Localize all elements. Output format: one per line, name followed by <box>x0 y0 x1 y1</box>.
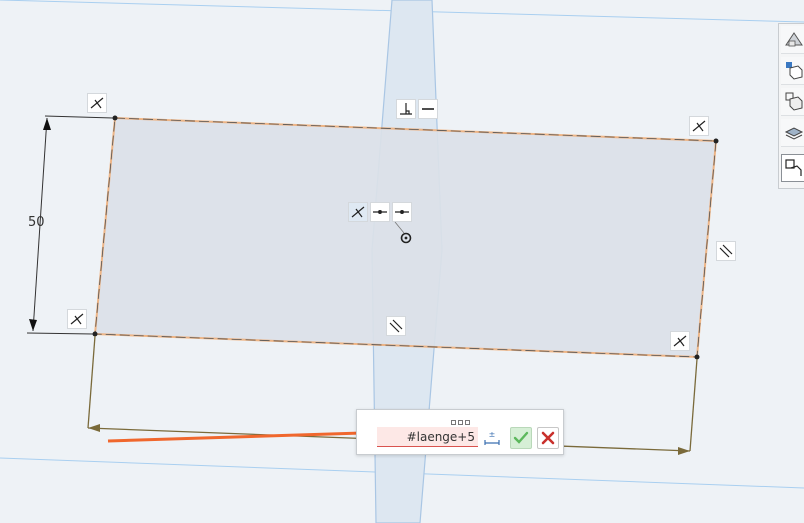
dimension-arrow <box>43 118 51 130</box>
section-view-icon <box>785 92 803 111</box>
parallel-constraint-icon[interactable] <box>386 316 406 336</box>
accept-button[interactable] <box>510 427 532 449</box>
corner-point[interactable] <box>694 354 700 360</box>
dimension-value-input[interactable] <box>377 427 478 447</box>
section-view-button[interactable] <box>781 88 804 116</box>
coincident-constraint-icon[interactable] <box>670 331 690 351</box>
horizontal-constraint-icon[interactable] <box>418 99 438 119</box>
close-icon <box>541 431 555 445</box>
coincident-constraint-icon[interactable] <box>689 116 709 136</box>
sketch-tool-button[interactable] <box>781 154 804 182</box>
cancel-button[interactable] <box>537 427 559 449</box>
coincident-constraint-icon[interactable] <box>348 202 368 222</box>
cube-icon <box>786 62 803 80</box>
coincident-constraint-icon[interactable] <box>87 93 107 113</box>
corner-point[interactable] <box>713 138 719 144</box>
cube-button[interactable] <box>781 57 804 85</box>
corner-point[interactable] <box>112 115 118 121</box>
coincident-constraint-icon[interactable] <box>67 309 87 329</box>
view-cube-button[interactable] <box>781 26 804 54</box>
center-point-dot <box>404 236 408 240</box>
dimension-edit-dialog: ± <box>356 409 564 455</box>
check-icon <box>513 431 529 444</box>
sketch-tool-icon <box>785 159 802 176</box>
svg-text:±: ± <box>489 430 496 439</box>
midpoint-constraint-icon[interactable] <box>392 202 412 222</box>
dialog-drag-handle[interactable] <box>357 410 563 425</box>
tolerance-icon: ± <box>484 430 500 445</box>
view-cube-icon <box>785 32 803 47</box>
dimension-arrow <box>29 319 37 331</box>
dimension-extension <box>87 335 96 429</box>
perpendicular-constraint-icon[interactable] <box>396 99 416 119</box>
layers-icon <box>784 127 804 140</box>
corner-point[interactable] <box>92 331 98 337</box>
view-toolbar <box>778 23 804 189</box>
dimension-arrow <box>88 424 100 432</box>
parallel-constraint-icon[interactable] <box>716 241 736 261</box>
tolerance-button[interactable]: ± <box>481 427 503 449</box>
layers-button[interactable] <box>781 119 804 147</box>
dimension-extension <box>44 115 114 119</box>
midpoint-constraint-icon[interactable] <box>370 202 390 222</box>
dimension-extension <box>689 358 698 452</box>
dimension-extension <box>26 332 94 335</box>
dimension-arrow <box>678 447 690 455</box>
vertical-dimension-value[interactable]: 50 <box>28 215 45 230</box>
